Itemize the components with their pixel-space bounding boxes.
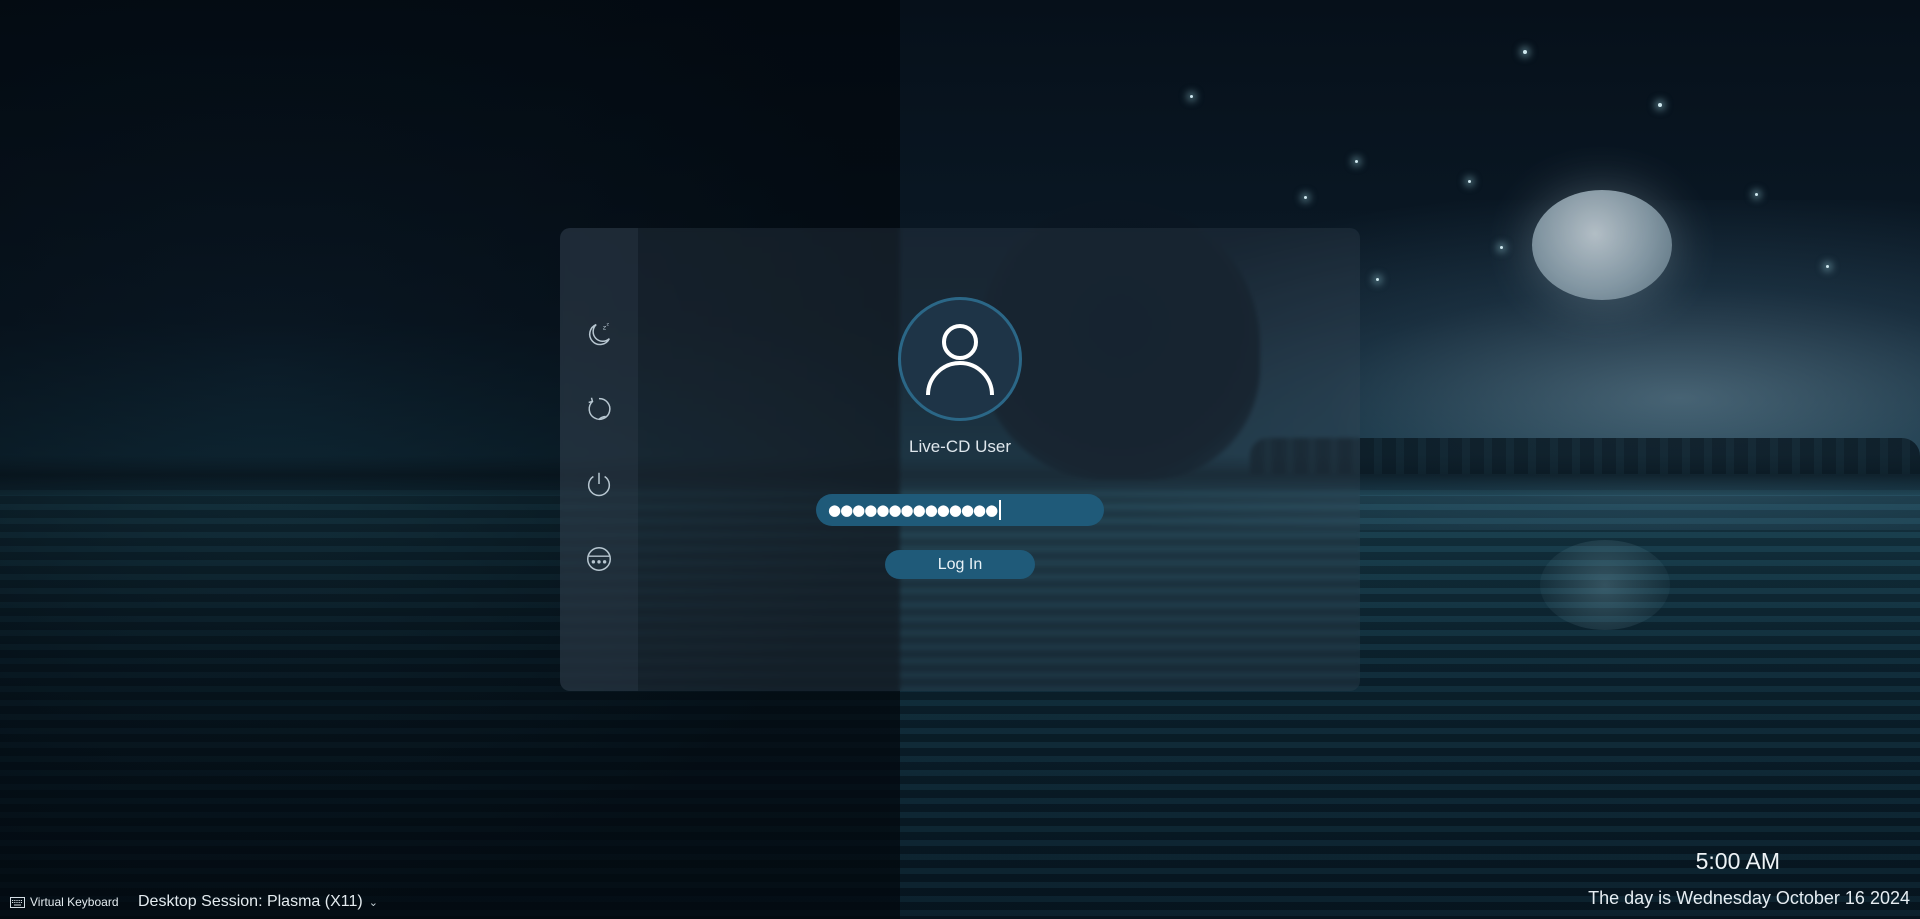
session-selector[interactable]: Desktop Session: Plasma (X11) ⌄: [138, 893, 378, 911]
power-icon: [587, 472, 611, 497]
wallpaper-star: [1523, 50, 1527, 54]
user-avatar[interactable]: [898, 297, 1022, 421]
wallpaper-star: [1500, 246, 1503, 249]
svg-text:z: z: [607, 323, 610, 328]
keyboard-icon: [10, 896, 25, 908]
other-user-button[interactable]: [583, 543, 615, 575]
password-mask: ●●●●●●●●●●●●●●: [828, 501, 998, 519]
restart-icon: [588, 397, 611, 420]
wallpaper-moon: [1532, 190, 1672, 300]
wallpaper-star: [1468, 180, 1471, 183]
sleep-icon: z z: [589, 323, 610, 346]
chevron-down-icon: ⌄: [368, 896, 378, 909]
session-label: Desktop Session: Plasma (X11): [138, 893, 363, 910]
wallpaper-star: [1658, 103, 1662, 107]
wallpaper-moon-reflection: [1540, 540, 1670, 630]
wallpaper-star: [1826, 265, 1829, 268]
wallpaper-star: [1355, 160, 1358, 163]
wallpaper-star: [1376, 278, 1379, 281]
password-field[interactable]: ●●●●●●●●●●●●●●: [816, 494, 1104, 526]
username-label: Live-CD User: [908, 437, 1012, 456]
login-screen: z z Live-CD User ●●●●●●●●●●●●●● Log In V…: [0, 0, 1920, 919]
shutdown-button[interactable]: [583, 468, 615, 500]
text-cursor: [999, 500, 1002, 520]
user-icon: [926, 324, 994, 396]
wallpaper-star: [1755, 193, 1758, 196]
action-sidebar: [560, 228, 638, 691]
virtual-keyboard-label: Virtual Keyboard: [30, 895, 119, 909]
clock-time: 5:00 AM: [1695, 848, 1780, 874]
other-user-icon: [587, 547, 611, 571]
sleep-button[interactable]: z z: [583, 318, 615, 350]
login-button[interactable]: Log In: [885, 550, 1035, 579]
clock-date: The day is Wednesday October 16 2024: [1588, 888, 1910, 908]
wallpaper-star: [1190, 95, 1193, 98]
virtual-keyboard-button[interactable]: Virtual Keyboard: [10, 895, 119, 909]
restart-button[interactable]: [583, 393, 615, 425]
wallpaper-star: [1304, 196, 1307, 199]
